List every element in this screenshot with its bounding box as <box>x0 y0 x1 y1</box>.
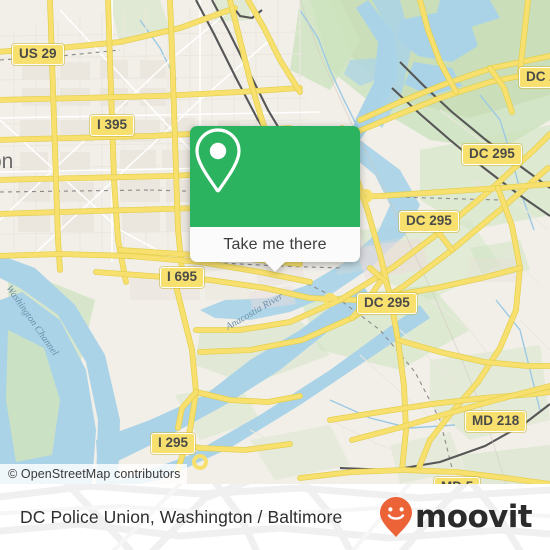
road-shield: I 395 <box>90 115 135 137</box>
moovit-map-screenshot: .land{fill:#f2efe9} .water{fill:#aad3e8}… <box>0 0 550 550</box>
road-shield-label: US 29 <box>19 46 57 61</box>
moovit-wordmark: moovit <box>415 498 533 535</box>
popup-header <box>190 126 360 227</box>
road-shield: US 29 <box>12 44 64 66</box>
road-shield-label: DC 295 <box>526 69 550 84</box>
map-attribution[interactable]: © OpenStreetMap contributors <box>0 464 187 484</box>
map-canvas[interactable]: .land{fill:#f2efe9} .water{fill:#aad3e8}… <box>0 0 550 484</box>
road-shield: DC 295 <box>462 144 522 166</box>
road-shield-label: DC 295 <box>364 295 410 310</box>
popup-action-bar[interactable]: Take me there <box>190 227 360 262</box>
popup-tail <box>264 261 286 272</box>
road-shield-label: I 395 <box>97 117 128 132</box>
road-shield: I 695 <box>160 267 205 289</box>
road-shield: MD 5 <box>434 477 481 484</box>
map-popup-card[interactable]: Take me there <box>190 126 360 272</box>
footer-bar: DC Police Union, Washington / Baltimore … <box>0 484 550 550</box>
moovit-smiley-pin-icon <box>380 497 413 537</box>
road-shield: DC 295 <box>357 293 417 315</box>
road-shield: DC 295 <box>519 67 550 89</box>
road-shield-label: I 695 <box>167 269 198 284</box>
road-shield-label: I 295 <box>158 435 189 450</box>
road-shield: DC 295 <box>399 211 459 233</box>
road-shield: I 295 <box>151 433 196 455</box>
road-shield-label: DC 295 <box>406 213 452 228</box>
moovit-brand[interactable]: moovit <box>379 484 533 550</box>
location-pin-icon <box>195 128 241 193</box>
road-shield-label: MD 218 <box>472 413 520 428</box>
popup-action-label: Take me there <box>223 235 327 253</box>
footer-title: DC Police Union, Washington / Baltimore <box>20 506 343 527</box>
road-shield-label: DC 295 <box>469 146 515 161</box>
road-shield: MD 218 <box>465 411 527 433</box>
